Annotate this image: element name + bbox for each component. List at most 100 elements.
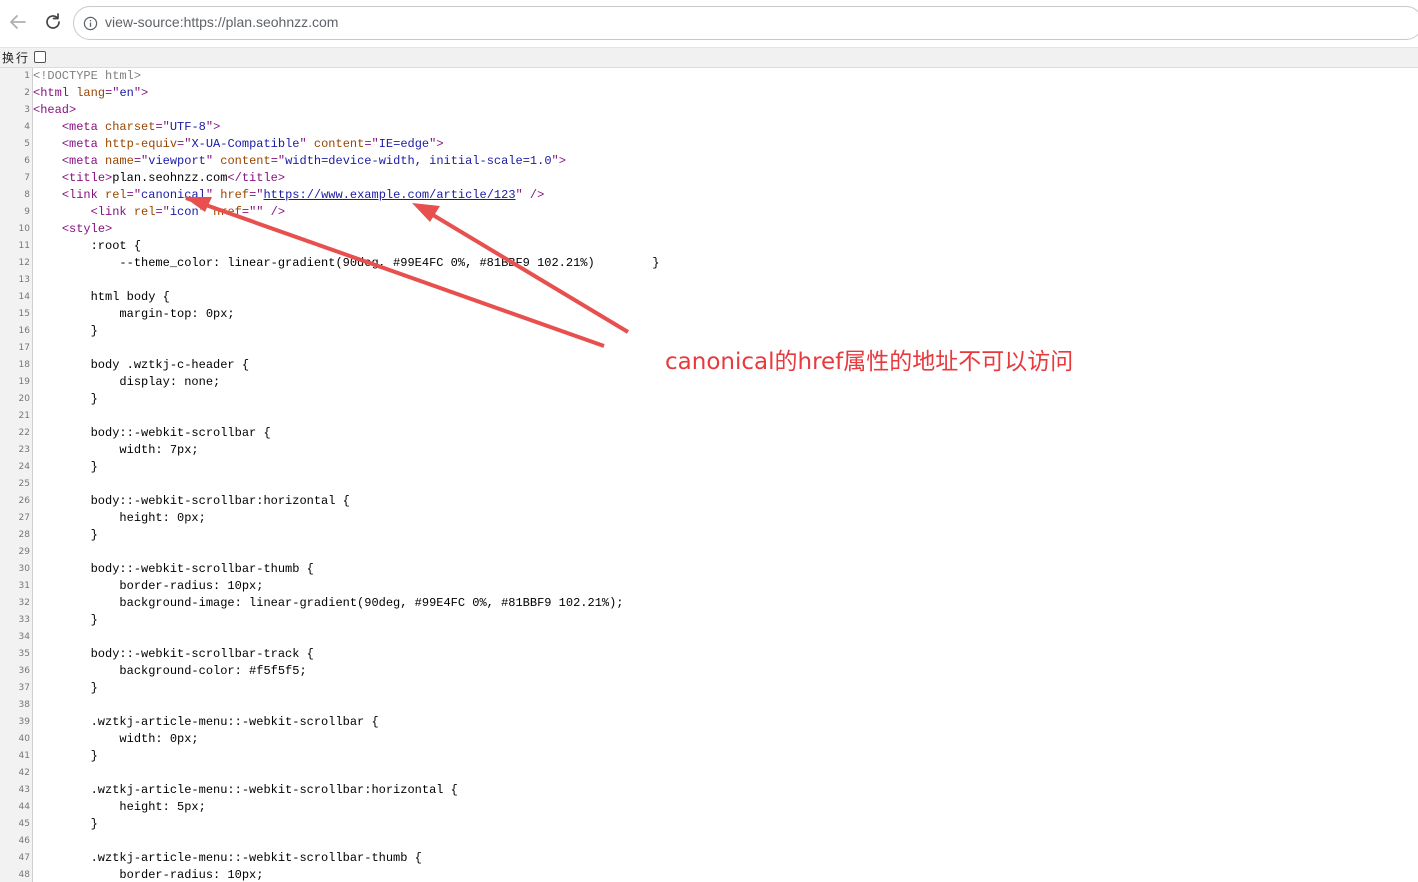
- code-token: lang: [76, 86, 106, 100]
- line-code: .wztkj-article-menu::-webkit-scrollbar {: [33, 714, 379, 731]
- line-number: 11: [18, 241, 30, 251]
- code-token: ">: [551, 154, 566, 168]
- line-wrap-bar: 换行: [0, 48, 1418, 68]
- code-token: }: [33, 613, 98, 627]
- code-token: }: [33, 528, 98, 542]
- source-line: 41 }: [0, 748, 1418, 765]
- reload-icon[interactable]: [41, 10, 65, 34]
- address-bar[interactable]: view-source:https://plan.seohnzz.com: [73, 6, 1418, 40]
- code-token: .wztkj-article-menu::-webkit-scrollbar {: [33, 715, 379, 729]
- code-token: <meta: [61, 154, 106, 168]
- line-number: 39: [18, 717, 30, 727]
- source-line: 20 }: [0, 391, 1418, 408]
- line-number: 27: [18, 513, 30, 523]
- line-code: width: 0px;: [33, 731, 199, 748]
- line-code: height: 5px;: [33, 799, 205, 816]
- source-link[interactable]: https://www.example.com/article/123: [263, 188, 515, 202]
- line-code: <head>: [33, 102, 76, 119]
- source-line: 31 border-radius: 10px;: [0, 578, 1418, 595]
- code-token: =": [177, 137, 192, 151]
- source-line: 27 height: 0px;: [0, 510, 1418, 527]
- source-line: 44 height: 5px;: [0, 799, 1418, 816]
- line-number: 1: [24, 71, 30, 81]
- code-token: background-image: linear-gradient(90deg,…: [33, 596, 624, 610]
- line-number: 20: [18, 394, 30, 404]
- info-icon[interactable]: [83, 16, 98, 31]
- line-number: 36: [18, 666, 30, 676]
- code-token: .wztkj-article-menu::-webkit-scrollbar:h…: [33, 783, 458, 797]
- code-token: =": [155, 205, 170, 219]
- code-token: <head>: [33, 103, 77, 117]
- source-line: 10 <style>: [0, 221, 1418, 238]
- code-token: en: [119, 86, 134, 100]
- code-token: html body {: [33, 290, 170, 304]
- line-number: 18: [18, 360, 30, 370]
- line-code: margin-top: 0px;: [33, 306, 234, 323]
- code-token: height: 0px;: [33, 511, 206, 525]
- line-number: 13: [18, 275, 30, 285]
- code-token: }: [33, 324, 98, 338]
- line-number: 19: [18, 377, 30, 387]
- code-token: =": [126, 188, 142, 202]
- code-token: viewport: [148, 154, 206, 168]
- line-code: width: 7px;: [33, 442, 199, 459]
- source-line: 12 --theme_color: linear-gradient(90deg,…: [0, 255, 1418, 272]
- source-line: 22 body::-webkit-scrollbar {: [0, 425, 1418, 442]
- line-number: 37: [18, 683, 30, 693]
- source-line: 5 <meta http-equiv="X-UA-Compatible" con…: [0, 136, 1418, 153]
- code-token: .wztkj-article-menu::-webkit-scrollbar-t…: [33, 851, 422, 865]
- code-token: <title>: [61, 171, 113, 185]
- code-token: X-UA-Compatible: [191, 137, 300, 151]
- line-number: 29: [18, 547, 30, 557]
- source-line: 24 }: [0, 459, 1418, 476]
- code-token: plan.seohnzz.com: [112, 171, 228, 185]
- code-token: content: [313, 137, 365, 151]
- back-arrow-icon[interactable]: [6, 10, 30, 34]
- source-line: 28 }: [0, 527, 1418, 544]
- line-code: border-radius: 10px;: [33, 578, 263, 595]
- source-line: 32 background-image: linear-gradient(90d…: [0, 595, 1418, 612]
- source-line: 37 }: [0, 680, 1418, 697]
- line-number: 45: [18, 819, 30, 829]
- line-code: }: [33, 612, 98, 629]
- code-token: ": [198, 205, 214, 219]
- code-token: body::-webkit-scrollbar-track {: [33, 647, 314, 661]
- line-number: 33: [18, 615, 30, 625]
- line-code: --theme_color: linear-gradient(90deg, #9…: [33, 255, 659, 272]
- line-code: display: none;: [33, 374, 220, 391]
- source-line: 38: [0, 697, 1418, 714]
- source-line: 36 background-color: #f5f5f5;: [0, 663, 1418, 680]
- line-number: 26: [18, 496, 30, 506]
- code-token: <style>: [61, 222, 113, 236]
- source-line: 16 }: [0, 323, 1418, 340]
- code-token: <meta: [61, 120, 106, 134]
- code-token: content: [220, 154, 271, 168]
- source-line: 6 <meta name="viewport" content="width=d…: [0, 153, 1418, 170]
- line-wrap-checkbox[interactable]: [34, 51, 46, 63]
- line-code: <title>plan.seohnzz.com</title>: [33, 170, 285, 187]
- code-token: width: 7px;: [33, 443, 199, 457]
- line-code: background-color: #f5f5f5;: [33, 663, 306, 680]
- code-token: ">: [205, 120, 221, 134]
- line-code: html body {: [33, 289, 170, 306]
- code-token: href: [213, 205, 242, 219]
- line-number: 42: [18, 768, 30, 778]
- code-token: <html: [33, 86, 77, 100]
- code-token: width: 0px;: [33, 732, 199, 746]
- line-number: 35: [18, 649, 30, 659]
- code-token: border-radius: 10px;: [33, 868, 264, 882]
- line-code: }: [33, 323, 98, 340]
- code-token: href: [220, 188, 250, 202]
- code-token: =": [155, 120, 170, 134]
- line-code: }: [33, 527, 98, 544]
- source-line: 9 <link rel="icon" href="" />: [0, 204, 1418, 221]
- code-token: body::-webkit-scrollbar:horizontal {: [33, 494, 350, 508]
- line-code: <meta name="viewport" content="width=dev…: [33, 153, 566, 170]
- line-number: 22: [18, 428, 30, 438]
- code-token: =": [364, 137, 379, 151]
- line-number: 6: [24, 156, 30, 166]
